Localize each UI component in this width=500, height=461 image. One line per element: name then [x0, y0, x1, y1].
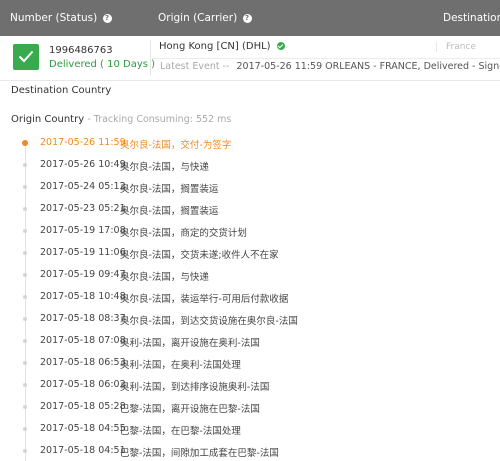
- event-description: 奥尔良-法国，与快递: [120, 162, 209, 173]
- timeline-dot-icon: [23, 317, 27, 321]
- event-time: 2017-05-19 09:47: [40, 269, 126, 280]
- divider: [152, 58, 500, 59]
- event-time: 2017-05-19 17:08: [40, 225, 126, 236]
- event-description: 奥尔良-法国，交付-为签字: [120, 140, 232, 151]
- event-time: 2017-05-18 06:53: [40, 357, 126, 368]
- verified-check-icon: [276, 42, 285, 50]
- header-origin-carrier[interactable]: Origin (Carrier) ?: [158, 0, 252, 36]
- divider: [150, 40, 151, 76]
- event-time: 2017-05-24 05:12: [40, 181, 126, 192]
- event-time: 2017-05-18 05:28: [40, 401, 126, 412]
- latest-event: Latest Event -- 2017-05-26 11:59 ORLEANS…: [160, 61, 500, 72]
- timeline-dot-icon: [23, 405, 27, 409]
- timeline-dot-icon: [23, 295, 27, 299]
- help-icon[interactable]: ?: [242, 13, 252, 23]
- event-description: 奥利-法国，在奥利-法国处理: [120, 360, 241, 371]
- origin-country-heading: Origin Country - Tracking Consuming: 552…: [11, 114, 231, 125]
- event-time: 2017-05-18 10:48: [40, 291, 126, 302]
- timeline-dot-icon: [23, 273, 27, 277]
- delivery-status-text: Delivered ( 10 Days ): [49, 59, 156, 70]
- tracking-page: Number (Status) ? Origin (Carrier) ? Des…: [0, 0, 500, 461]
- event-description: 奥利-法国，离开设施在奥利-法国: [120, 338, 260, 349]
- timeline-dot-icon: [23, 229, 27, 233]
- event-description: 奥尔良-法国，搁置装运: [120, 184, 219, 195]
- tracking-number[interactable]: 1996486763: [49, 45, 113, 56]
- event-time: 2017-05-18 08:37: [40, 313, 126, 324]
- event-description: 奥尔良-法国，交货未遂;收件人不在家: [120, 250, 279, 261]
- timeline-dot-icon: [23, 207, 27, 211]
- header-origin-label: Origin (Carrier): [158, 12, 238, 24]
- event-description: 奥尔良-法国，与快递: [120, 272, 209, 283]
- event-description: 巴黎-法国，离开设施在巴黎-法国: [120, 404, 260, 415]
- tracking-consuming-text: - Tracking Consuming: 552 ms: [87, 114, 232, 125]
- latest-event-label: Latest Event --: [160, 61, 230, 72]
- event-time: 2017-05-26 10:49: [40, 159, 126, 170]
- event-description: 奥尔良-法国，搁置装运: [120, 206, 219, 217]
- timeline-dot-icon: [22, 140, 28, 146]
- event-description: 奥尔良-法国，装运举行-可用后付款收据: [120, 294, 289, 305]
- event-description: 巴黎-法国，间隙加工成套在巴黎-法国: [120, 448, 279, 459]
- shipment-summary-row[interactable]: 1996486763 Delivered ( 10 Days ) Hong Ko…: [0, 36, 500, 81]
- timeline-dot-icon: [23, 449, 27, 453]
- origin-country-label: Origin Country: [11, 114, 85, 125]
- destination-country-value: France: [436, 42, 476, 52]
- timeline-dot-icon: [23, 185, 27, 189]
- timeline-dot-icon: [23, 361, 27, 365]
- event-description: 奥尔良-法国，商定的交货计划: [120, 228, 247, 239]
- event-time: 2017-05-18 04:55: [40, 423, 126, 434]
- latest-event-text: 2017-05-26 11:59 ORLEANS - FRANCE, Deliv…: [236, 61, 500, 72]
- destination-country-heading: Destination Country: [11, 85, 112, 96]
- timeline-dot-icon: [23, 427, 27, 431]
- timeline-dot-icon: [23, 251, 27, 255]
- header-destination-label: Destination (C: [443, 12, 500, 24]
- header-number-label: Number (Status): [10, 12, 98, 24]
- carrier-label: Hong Kong [CN] (DHL): [159, 41, 271, 52]
- event-time: 2017-05-26 11:59: [40, 137, 126, 148]
- timeline-dot-icon: [23, 339, 27, 343]
- event-time: 2017-05-23 05:21: [40, 203, 126, 214]
- results-header: Number (Status) ? Origin (Carrier) ? Des…: [0, 0, 500, 36]
- event-description: 奥尔良-法国，到达交货设施在奥尔良-法国: [120, 316, 298, 327]
- help-icon[interactable]: ?: [102, 13, 112, 23]
- event-time: 2017-05-19 11:06: [40, 247, 126, 258]
- event-time: 2017-05-18 07:08: [40, 335, 126, 346]
- origin-carrier: Hong Kong [CN] (DHL): [159, 41, 285, 52]
- event-time: 2017-05-18 04:51: [40, 445, 126, 456]
- timeline-line: [25, 141, 26, 461]
- event-description: 巴黎-法国，在巴黎-法国处理: [120, 426, 241, 437]
- timeline-dot-icon: [23, 163, 27, 167]
- delivered-status-badge: [13, 44, 39, 70]
- header-number-status[interactable]: Number (Status) ?: [10, 0, 112, 36]
- checkmark-icon: [18, 50, 34, 63]
- event-time: 2017-05-18 06:02: [40, 379, 126, 390]
- event-description: 奥利-法国，到达排序设施奥利-法国: [120, 382, 270, 393]
- header-destination[interactable]: Destination (C: [443, 0, 500, 36]
- timeline-dot-icon: [23, 383, 27, 387]
